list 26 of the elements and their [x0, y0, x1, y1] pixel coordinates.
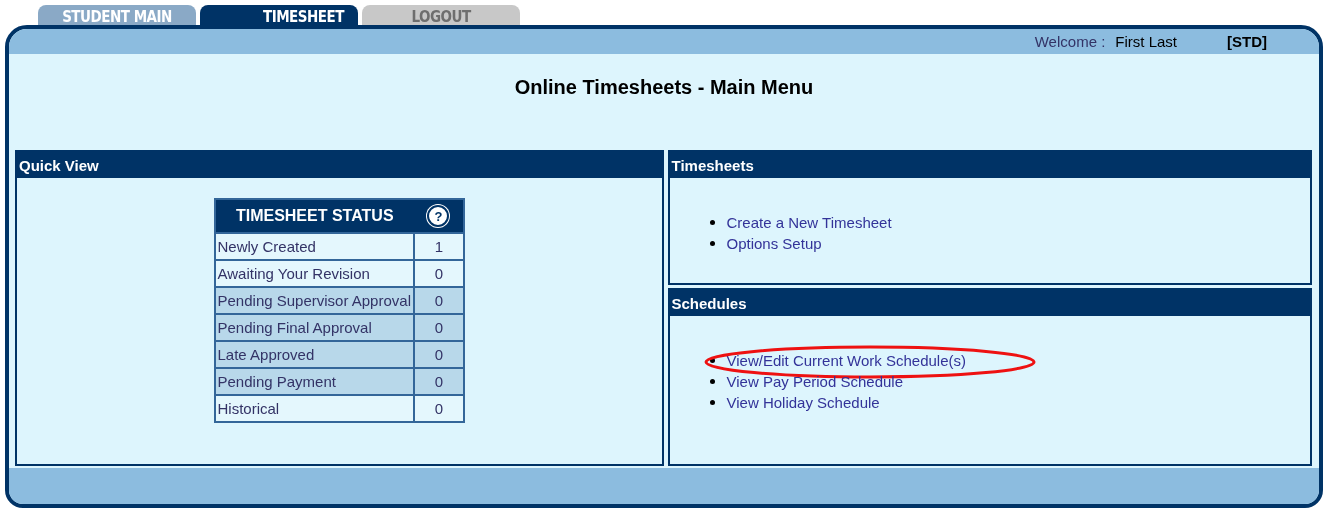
table-cell: Pending Payment — [214, 368, 414, 395]
bullet-icon — [709, 241, 715, 246]
menu-link[interactable]: View Pay Period Schedule — [726, 372, 903, 390]
menu-link[interactable]: View Holiday Schedule — [726, 393, 880, 411]
table-cell: Pending Supervisor Approval — [214, 287, 414, 314]
panel-header: Timesheets — [669, 152, 1310, 178]
table-cell: Newly Created — [214, 233, 414, 260]
panel-header: Schedules — [669, 290, 1310, 316]
help-icon[interactable]: ? — [427, 205, 450, 227]
bullet-icon — [709, 220, 715, 225]
user-name: First Last — [1115, 33, 1177, 50]
panel-header: Quick View — [17, 152, 662, 178]
table-cell: Awaiting Your Revision — [214, 260, 414, 287]
bullet-icon — [709, 400, 715, 405]
table-cell: 1 — [414, 233, 464, 260]
welcome-label: Welcome : — [1034, 33, 1106, 50]
table-cell: Late Approved — [214, 341, 414, 368]
menu-link[interactable]: Create a New Timesheet — [726, 213, 892, 231]
table-header: TIMESHEET STATUS — [214, 199, 414, 233]
bullet-icon — [709, 358, 715, 363]
page-title: Online Timesheets - Main Menu — [514, 76, 814, 100]
table-cell: Historical — [214, 395, 414, 422]
bullet-icon — [709, 379, 715, 384]
user-role: [STD] — [1227, 33, 1267, 50]
menu-link[interactable]: Options Setup — [726, 234, 822, 252]
table-cell: Pending Final Approval — [214, 314, 414, 341]
